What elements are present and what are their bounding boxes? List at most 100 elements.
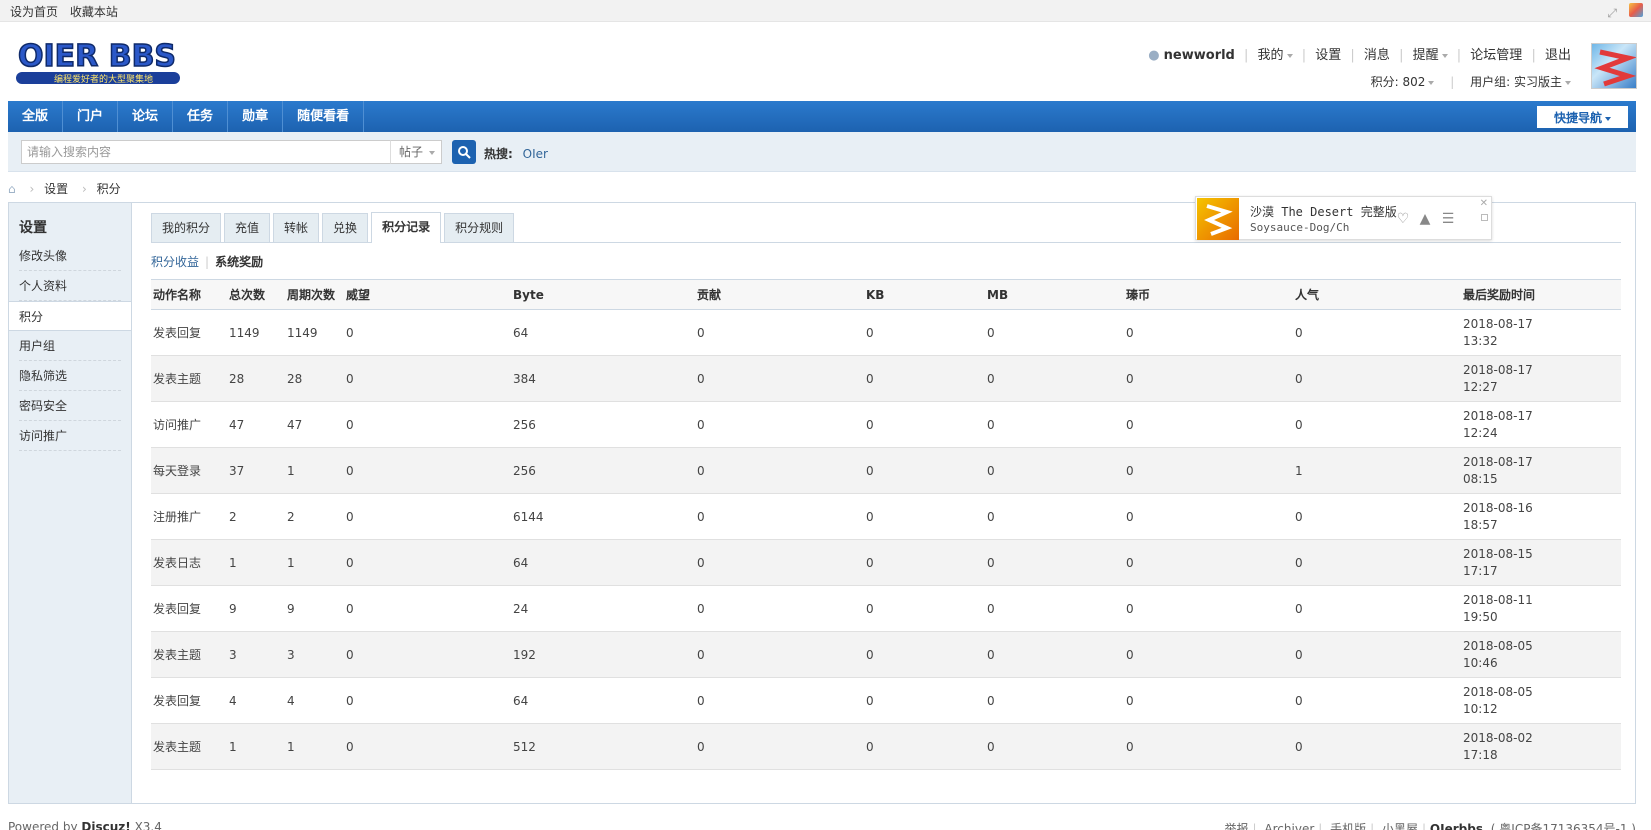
footer-link-report[interactable]: 举报 xyxy=(1225,822,1249,830)
main-nav: 全版 门户 论坛 任务 勋章 随便看看 快捷导航 xyxy=(8,101,1636,132)
nav-item-all[interactable]: 全版 xyxy=(8,101,64,132)
settings-link[interactable]: 设置 xyxy=(1315,48,1341,63)
main-panel: 设置 修改头像 个人资料 积分 用户组 隐私筛选 密码安全 访问推广 我的积分 … xyxy=(8,202,1636,804)
cell-cycle: 3 xyxy=(285,631,344,678)
reward-time: 10:46 xyxy=(1463,655,1498,670)
logout-link[interactable]: 退出 xyxy=(1545,48,1571,63)
subtab-system-rewards[interactable]: 系统奖励 xyxy=(215,255,263,269)
tab-my-points[interactable]: 我的积分 xyxy=(151,213,222,242)
nav-item-tasks[interactable]: 任务 xyxy=(173,101,229,132)
playlist-icon[interactable]: ☰ xyxy=(1439,210,1457,228)
cell-total: 4 xyxy=(227,677,285,724)
tab-recharge[interactable]: 充值 xyxy=(224,213,271,242)
footer-link-mobile[interactable]: 手机版 xyxy=(1330,822,1366,830)
set-homepage-link[interactable]: 设为首页 xyxy=(10,5,58,19)
sidebar-item-points[interactable]: 积分 xyxy=(9,301,131,331)
username-link[interactable]: newworld xyxy=(1164,48,1235,63)
site-logo[interactable]: OIER BBS 编程爱好者的大型聚集地 xyxy=(16,38,186,88)
points-content: 我的积分 充值 转帐 兑换 积分记录 积分规则 积分收益 | 系统奖励 动作名称 总… xyxy=(151,212,1621,770)
cell-cycle: 1 xyxy=(285,539,344,586)
cell-last-reward: 2018-08-02 17:18 xyxy=(1461,723,1621,770)
footer-icp[interactable]: ( 粤ICP备17136354号-1 ) xyxy=(1491,822,1636,830)
sidebar-item-avatar[interactable]: 修改头像 xyxy=(19,241,121,271)
tab-exchange[interactable]: 兑换 xyxy=(322,213,369,242)
avatar[interactable] xyxy=(1591,43,1637,89)
subtab-income[interactable]: 积分收益 xyxy=(151,255,199,269)
minimize-icon[interactable] xyxy=(1481,214,1488,221)
cell-prestige: 0 xyxy=(344,585,511,632)
volume-icon[interactable]: ▲ xyxy=(1416,210,1434,228)
tab-transfer[interactable]: 转帐 xyxy=(273,213,320,242)
cell-total: 1149 xyxy=(227,309,285,356)
cell-total: 37 xyxy=(227,447,285,494)
cell-pop: 0 xyxy=(1293,677,1461,724)
home-icon[interactable]: ⌂ xyxy=(8,182,16,196)
song-artist: Soysauce-Dog/Cheeta… xyxy=(1250,221,1350,234)
heart-icon[interactable]: ♡ xyxy=(1394,210,1412,228)
sidebar-item-usergroup[interactable]: 用户组 xyxy=(19,331,121,361)
nav-item-forum[interactable]: 论坛 xyxy=(118,101,174,132)
quick-nav-button[interactable]: 快捷导航 xyxy=(1536,106,1628,128)
cell-pop: 0 xyxy=(1293,539,1461,586)
tab-points-rules[interactable]: 积分规则 xyxy=(444,213,515,242)
nav-item-medals[interactable]: 勋章 xyxy=(228,101,284,132)
cell-mb: 0 xyxy=(985,493,1124,540)
hot-search-term[interactable]: OIer xyxy=(523,147,548,161)
search-type-select[interactable]: 帖子 xyxy=(390,140,442,164)
cell-action: 访问推广 xyxy=(151,401,227,448)
search-button[interactable] xyxy=(452,140,476,164)
cell-coin: 0 xyxy=(1124,539,1293,586)
reward-time: 12:24 xyxy=(1463,425,1498,440)
col-header-kb: KB xyxy=(864,279,985,310)
sidebar-item-profile[interactable]: 个人资料 xyxy=(19,271,121,301)
reward-time: 17:17 xyxy=(1463,563,1498,578)
breadcrumb-settings[interactable]: 设置 xyxy=(44,182,68,196)
tab-points-log[interactable]: 积分记录 xyxy=(371,212,442,243)
cell-last-reward: 2018-08-17 12:27 xyxy=(1461,355,1621,402)
fullscreen-icon[interactable]: ⤢ xyxy=(1605,6,1619,20)
theme-icon[interactable] xyxy=(1629,3,1643,17)
sidebar-item-password[interactable]: 密码安全 xyxy=(19,391,121,421)
discuz-link[interactable]: Discuz! xyxy=(81,820,130,830)
my-menu[interactable]: 我的 xyxy=(1258,48,1284,63)
nav-item-portal[interactable]: 门户 xyxy=(63,101,119,132)
cell-cycle: 1149 xyxy=(285,309,344,356)
nav-item-random[interactable]: 随便看看 xyxy=(283,101,365,132)
cell-byte: 256 xyxy=(511,401,695,448)
points-menu[interactable]: 积分: 802 xyxy=(1371,75,1426,89)
table-row: 发表日志 1 1 0 64 0 0 0 0 0 2018-08-15 17:17 xyxy=(151,539,1621,586)
reward-date: 2018-08-05 xyxy=(1463,684,1533,699)
forum-admin-link[interactable]: 论坛管理 xyxy=(1470,48,1522,63)
cell-contrib: 0 xyxy=(695,677,864,724)
bookmark-site-link[interactable]: 收藏本站 xyxy=(70,5,118,19)
cell-prestige: 0 xyxy=(344,401,511,448)
footer-site-name[interactable]: OIerbbs xyxy=(1430,822,1483,830)
cell-kb: 0 xyxy=(864,539,985,586)
table-row: 发表回复 1149 1149 0 64 0 0 0 0 0 2018-08-17 13:32 xyxy=(151,309,1621,356)
cell-cycle: 2 xyxy=(285,493,344,540)
cell-byte: 64 xyxy=(511,309,695,356)
cell-total: 1 xyxy=(227,723,285,770)
messages-link[interactable]: 消息 xyxy=(1364,48,1390,63)
cell-prestige: 0 xyxy=(344,723,511,770)
col-header-last-reward: 最后奖励时间 xyxy=(1461,279,1621,310)
search-bar: 请输入搜索内容 帖子 热搜: OIer xyxy=(8,132,1636,172)
cell-cycle: 4 xyxy=(285,677,344,724)
col-header-cycle: 周期次数 xyxy=(285,279,344,310)
cell-action: 注册推广 xyxy=(151,493,227,540)
reward-time: 13:32 xyxy=(1463,333,1498,348)
sidebar-item-promotion[interactable]: 访问推广 xyxy=(19,421,121,451)
cell-mb: 0 xyxy=(985,723,1124,770)
footer-link-blackroom[interactable]: 小黑屋 xyxy=(1382,822,1418,830)
cell-coin: 0 xyxy=(1124,723,1293,770)
footer-link-archiver[interactable]: Archiver xyxy=(1264,822,1314,830)
cell-action: 发表主题 xyxy=(151,355,227,402)
search-input[interactable]: 请输入搜索内容 xyxy=(21,140,393,164)
cell-last-reward: 2018-08-05 10:46 xyxy=(1461,631,1621,678)
album-cover[interactable] xyxy=(1197,198,1239,240)
reminders-menu[interactable]: 提醒 xyxy=(1413,48,1439,63)
sidebar-item-privacy[interactable]: 隐私筛选 xyxy=(19,361,121,391)
cell-pop: 0 xyxy=(1293,585,1461,632)
close-icon[interactable]: ✕ xyxy=(1480,198,1488,209)
usergroup-menu[interactable]: 用户组: 实习版主 xyxy=(1470,75,1562,89)
